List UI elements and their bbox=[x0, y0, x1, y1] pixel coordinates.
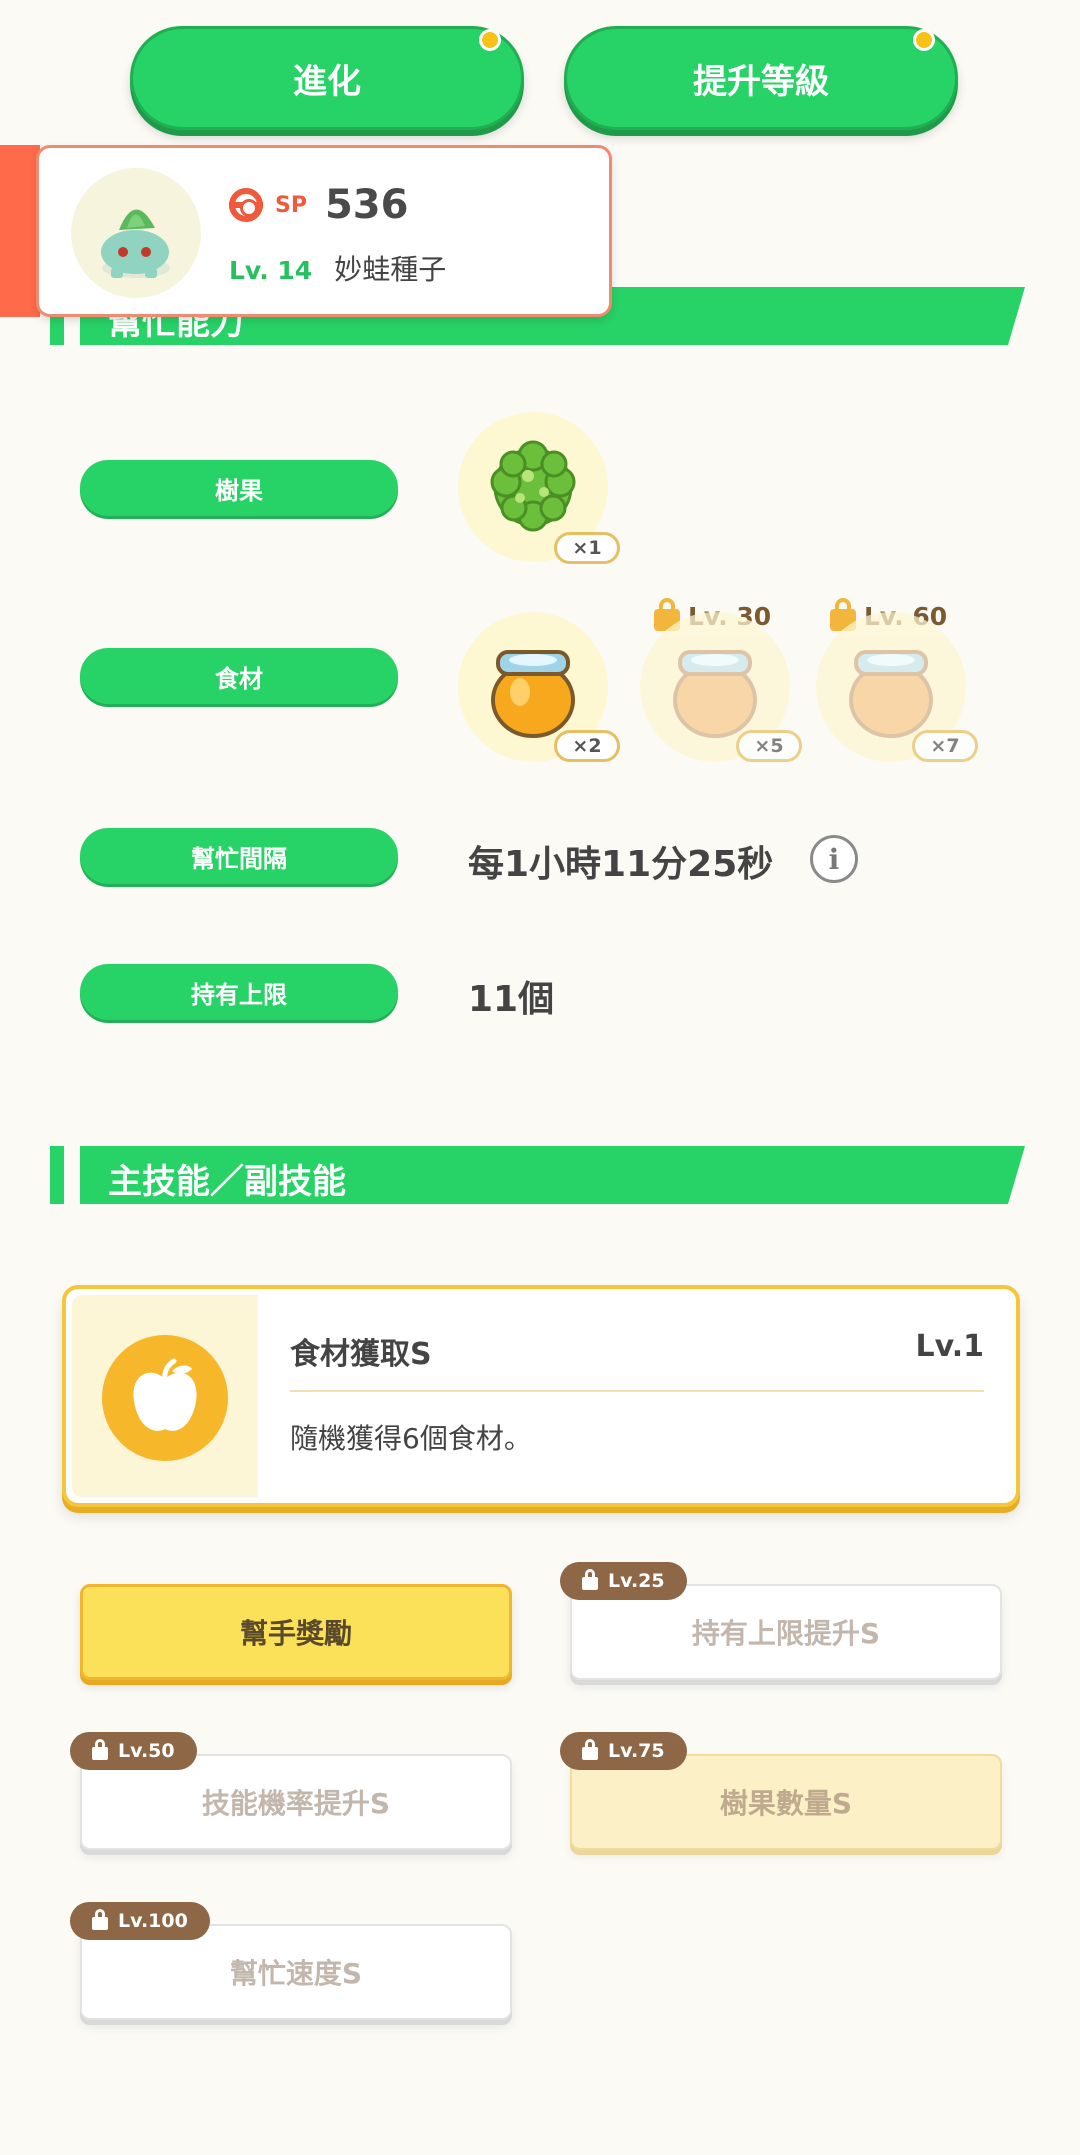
evolve-button[interactable]: 進化 bbox=[130, 26, 524, 130]
main-skill-level: Lv.1 bbox=[915, 1329, 985, 1364]
sub-skill-lock-tag: Lv.75 bbox=[560, 1732, 687, 1770]
pokemon-card[interactable]: SP 536 Lv. 14 妙蛙種子 bbox=[36, 145, 612, 317]
level-row: Lv. 14 妙蛙種子 bbox=[229, 248, 446, 288]
bulbasaur-avatar bbox=[71, 168, 201, 298]
sub-skill-lock-tag: Lv.100 bbox=[70, 1902, 210, 1940]
padlock-icon bbox=[582, 1569, 598, 1590]
main-skill-card[interactable]: 食材獲取S Lv.1 隨機獲得6個食材。 bbox=[62, 1285, 1020, 1507]
sub-skill-lock-tag: Lv.50 bbox=[70, 1732, 197, 1770]
pokemon-name: 妙蛙種子 bbox=[334, 253, 447, 286]
notification-dot bbox=[913, 29, 935, 51]
divider bbox=[290, 1390, 984, 1392]
ingredient-slot-1[interactable]: ×2 bbox=[458, 612, 620, 762]
info-icon[interactable]: i bbox=[810, 835, 858, 883]
padlock-icon bbox=[92, 1909, 108, 1930]
sub-skill-lock-tag: Lv.25 bbox=[560, 1562, 687, 1600]
sub-skill-name: 樹果數量S bbox=[719, 1787, 853, 1820]
pokemon-level: Lv. 14 bbox=[229, 256, 313, 285]
ingredient-qty-3: ×7 bbox=[912, 730, 978, 762]
main-skill-icon-area bbox=[72, 1295, 258, 1497]
pokeball-icon bbox=[229, 188, 263, 222]
interval-label: 幫忙間隔 bbox=[80, 828, 398, 884]
unlock-level-text: Lv.50 bbox=[118, 1740, 175, 1762]
sub-skill-name: 幫手獎勵 bbox=[239, 1617, 352, 1650]
padlock-icon bbox=[92, 1739, 108, 1760]
sub-skill-1[interactable]: 幫手獎勵 bbox=[80, 1584, 512, 1680]
sub-skill-name: 技能機率提升S bbox=[201, 1787, 391, 1820]
level-up-label: 提升等級 bbox=[693, 61, 829, 102]
skills-section-title: 主技能／副技能 bbox=[108, 1162, 346, 1202]
interval-value: 每1小時11分25秒 bbox=[468, 844, 774, 885]
berry-qty: ×1 bbox=[554, 532, 620, 564]
ingredient-qty-1: ×2 bbox=[554, 730, 620, 762]
main-skill-name: 食材獲取S bbox=[290, 1337, 432, 1372]
ingredient-slot-3[interactable]: ×7 bbox=[816, 612, 978, 762]
capacity-label: 持有上限 bbox=[80, 964, 398, 1020]
sub-skill-name: 持有上限提升S bbox=[691, 1617, 881, 1650]
evolve-label: 進化 bbox=[293, 61, 361, 102]
notification-dot bbox=[479, 29, 501, 51]
padlock-icon bbox=[582, 1739, 598, 1760]
unlock-level-text: Lv.25 bbox=[608, 1570, 665, 1592]
card-accent-stripe bbox=[0, 145, 40, 317]
level-up-button[interactable]: 提升等級 bbox=[564, 26, 958, 130]
sp-row: SP 536 bbox=[229, 182, 408, 228]
ingredient-qty-2: ×5 bbox=[736, 730, 802, 762]
apple-icon bbox=[102, 1335, 228, 1461]
unlock-level-text: Lv.75 bbox=[608, 1740, 665, 1762]
sp-value: 536 bbox=[324, 182, 409, 228]
capacity-value: 11個 bbox=[468, 979, 555, 1020]
main-skill-description: 隨機獲得6個食材。 bbox=[290, 1422, 532, 1455]
sp-label: SP bbox=[275, 192, 307, 218]
sub-skill-name: 幫忙速度S bbox=[229, 1957, 363, 1990]
berry-item[interactable]: ×1 bbox=[458, 412, 620, 564]
skills-section-header: 主技能／副技能 bbox=[50, 1146, 1025, 1204]
ingredient-slot-2[interactable]: ×5 bbox=[640, 612, 802, 762]
ingredient-label: 食材 bbox=[80, 648, 398, 704]
unlock-level-text: Lv.100 bbox=[118, 1910, 188, 1932]
berry-label: 樹果 bbox=[80, 460, 398, 516]
